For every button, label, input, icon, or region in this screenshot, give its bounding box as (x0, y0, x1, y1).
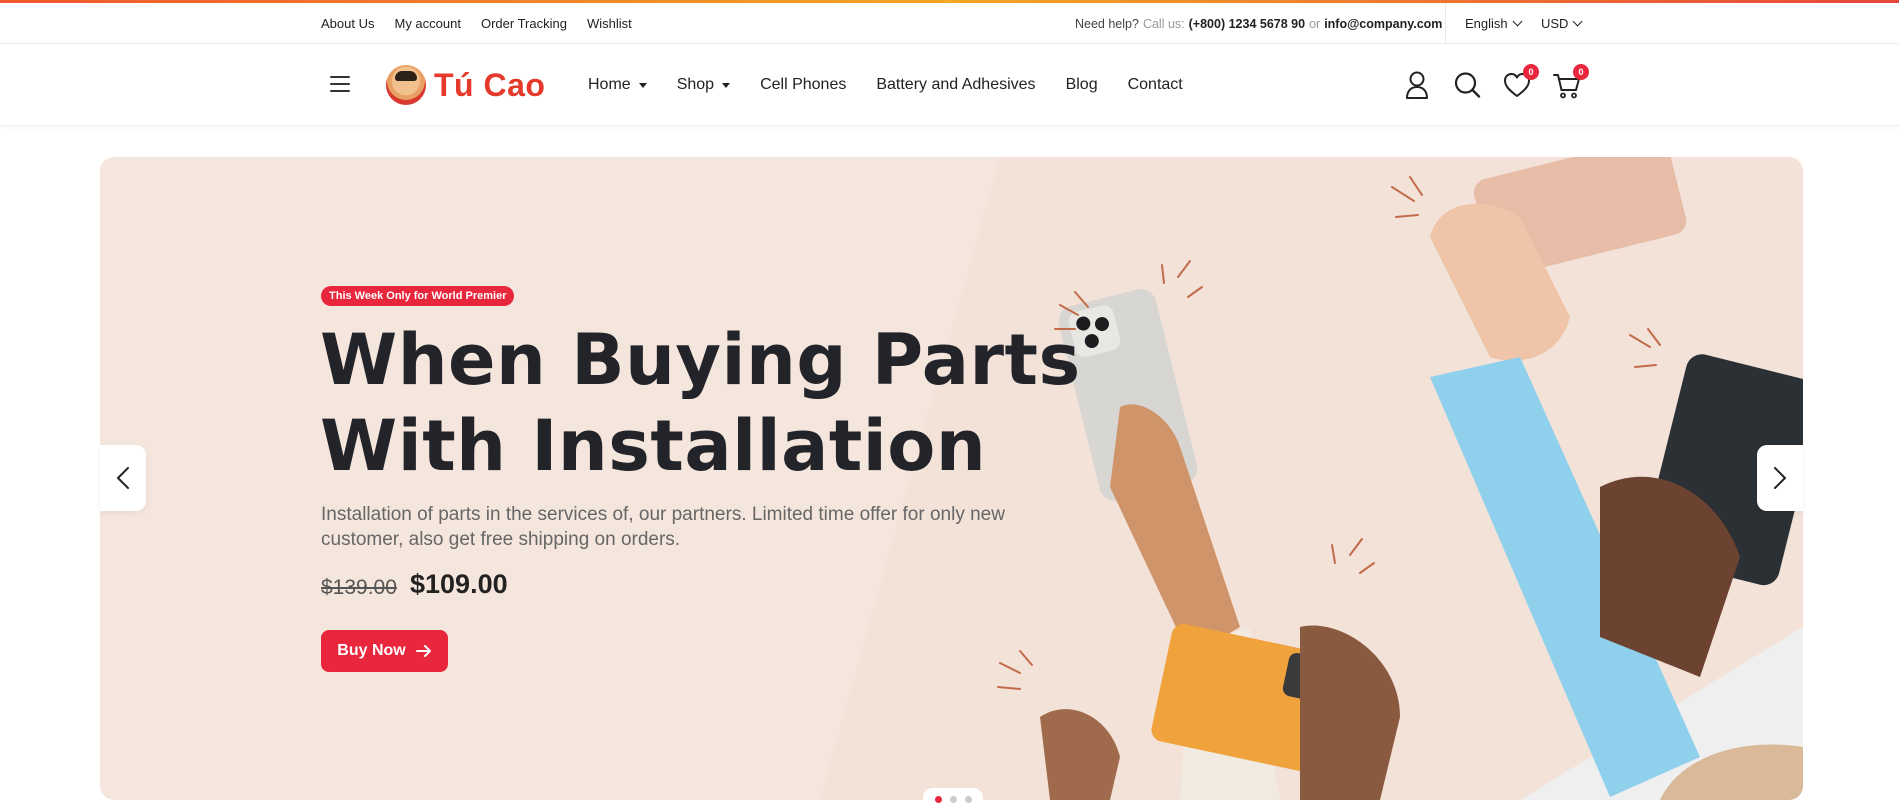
search-icon[interactable] (1453, 70, 1481, 100)
email-address[interactable]: info@company.com (1324, 17, 1442, 31)
caret-down-icon (722, 82, 731, 88)
nav-item-contact[interactable]: Contact (1128, 76, 1183, 94)
nav-item-cell-phones[interactable]: Cell Phones (760, 76, 846, 94)
site-logo[interactable]: Tú Cao (386, 65, 545, 105)
main-nav: Home Shop Cell Phones Battery and Adhesi… (588, 44, 1183, 126)
nav-item-battery-adhesives[interactable]: Battery and Adhesives (876, 76, 1035, 94)
hero-slider: This Week Only for World Premier When Bu… (100, 157, 1803, 800)
chevron-left-icon (117, 467, 129, 489)
wishlist-count-badge: 0 (1523, 64, 1539, 80)
buy-now-button[interactable]: Buy Now (321, 630, 448, 672)
header-actions: 0 0 (1403, 64, 1589, 100)
old-price: $139.00 (321, 576, 397, 599)
language-select[interactable]: English (1465, 3, 1523, 44)
currency-select[interactable]: USD (1541, 3, 1583, 44)
slider-next-button[interactable] (1757, 445, 1803, 511)
sale-price: $109.00 (410, 569, 508, 599)
call-label: Call us: (1142, 16, 1185, 31)
phone-number[interactable]: (+800) 1234 5678 90 (1189, 17, 1305, 31)
nav-item-blog[interactable]: Blog (1066, 76, 1098, 94)
slider-dots (923, 788, 983, 803)
menu-icon[interactable] (330, 76, 350, 92)
nav-label: Shop (676, 76, 715, 93)
hero-title-line-2: With Installation (320, 405, 987, 487)
nav-item-home[interactable]: Home (588, 76, 647, 94)
cart-count-badge: 0 (1573, 64, 1589, 80)
slider-prev-button[interactable] (100, 445, 146, 511)
caret-down-icon (638, 82, 647, 88)
hero-title-line-1: When Buying Parts (320, 319, 1081, 401)
order-tracking-link[interactable]: Order Tracking (481, 16, 567, 31)
nav-label: Cell Phones (760, 76, 847, 93)
account-icon[interactable] (1403, 70, 1431, 100)
nav-label: Contact (1127, 76, 1183, 93)
chevron-down-icon (1573, 16, 1583, 27)
promo-tag: This Week Only for World Premier (321, 286, 515, 306)
currency-label: USD (1541, 16, 1569, 31)
top-links: About Us My account Order Tracking Wishl… (321, 3, 632, 44)
chevron-right-icon (1774, 467, 1786, 489)
logo-avatar (386, 65, 426, 105)
slider-dot-2[interactable] (949, 796, 957, 803)
slider-dot-1[interactable] (934, 796, 942, 803)
help-prefix: Need help? (1075, 16, 1139, 31)
nav-label: Home (588, 76, 631, 93)
brand-name: Tú Cao (434, 66, 546, 103)
language-label: English (1465, 16, 1508, 31)
nav-label: Battery and Adhesives (876, 76, 1036, 93)
wishlist-link[interactable]: Wishlist (587, 16, 632, 31)
slider-dot-3[interactable] (964, 796, 972, 803)
about-us-link[interactable]: About Us (321, 16, 374, 31)
main-header: Tú Cao Home Shop Cell Phones Battery and… (0, 44, 1899, 126)
hero-description: Installation of parts in the services of… (321, 504, 1005, 550)
cart-icon[interactable]: 0 (1553, 64, 1589, 100)
top-bar: About Us My account Order Tracking Wishl… (0, 3, 1899, 44)
chevron-down-icon (1512, 16, 1523, 27)
my-account-link[interactable]: My account (394, 16, 460, 31)
or-label: or (1309, 16, 1321, 31)
nav-item-shop[interactable]: Shop (676, 76, 731, 94)
divider (1445, 3, 1446, 44)
help-contact: Need help? Call us: (+800) 1234 5678 90 … (1075, 3, 1442, 44)
buy-now-label: Buy Now (337, 642, 406, 659)
wishlist-icon[interactable]: 0 (1503, 64, 1539, 100)
nav-label: Blog (1065, 76, 1098, 93)
arrow-right-icon (415, 645, 431, 657)
hero-title: When Buying Parts With Installation (320, 317, 1120, 489)
